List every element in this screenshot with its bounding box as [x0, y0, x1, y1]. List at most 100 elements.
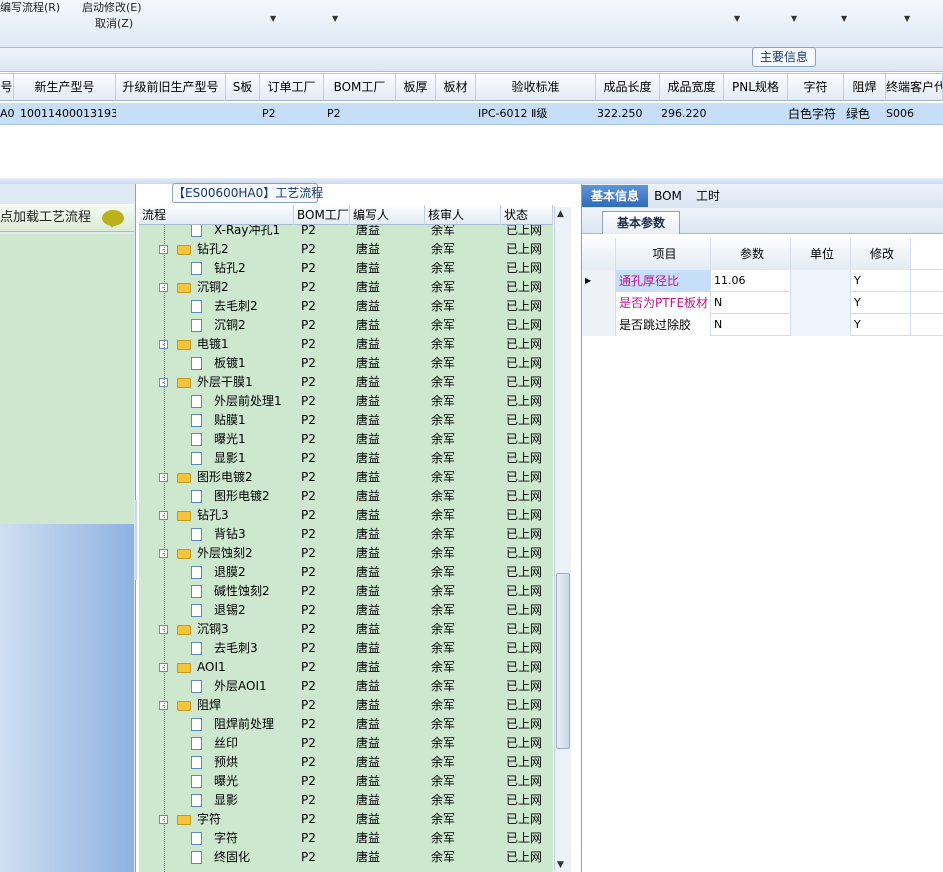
reviewer: 余军 [431, 375, 456, 389]
tree-row[interactable]: 丝印 P2 唐益 余军 已上网 [139, 734, 553, 753]
tree-row[interactable]: 去毛刺2 P2 唐益 余军 已上网 [139, 297, 553, 316]
param-unit[interactable] [791, 270, 851, 292]
column-header[interactable]: S板 [226, 74, 260, 101]
param-row[interactable]: ▶ 通孔厚径比 11.06 Y [582, 270, 943, 292]
tree-row[interactable]: 曝光 P2 唐益 余军 已上网 [139, 772, 553, 791]
tree-row[interactable]: 显影 P2 唐益 余军 已上网 [139, 791, 553, 810]
reviewer: 余军 [431, 413, 456, 427]
param-row[interactable]: 是否为PTFE板材 N Y [582, 292, 943, 314]
tree-row[interactable]: 碱性蚀刻2 P2 唐益 余军 已上网 [139, 582, 553, 601]
column-header[interactable]: 验收标准 [476, 74, 596, 101]
chat-bubble-icon[interactable] [102, 210, 124, 228]
column-header[interactable]: PNL规格 [724, 74, 788, 101]
table-row[interactable]: A0 10011400013193 P2 P2 IPC-6012 Ⅱ级 322.… [0, 103, 943, 125]
tree-row[interactable]: 终固化 P2 唐益 余军 已上网 [139, 848, 553, 867]
tree-row[interactable]: - 字符 P2 唐益 余军 已上网 [139, 810, 553, 829]
tree-row[interactable]: - 图形电镀2 P2 唐益 余军 已上网 [139, 468, 553, 487]
tree-row[interactable]: - 外层蚀刻2 P2 唐益 余军 已上网 [139, 544, 553, 563]
cell: 白色字符 [788, 107, 837, 121]
column-item[interactable]: 项目 [616, 238, 711, 270]
tree-row[interactable]: - 外层干膜1 P2 唐益 余军 已上网 [139, 373, 553, 392]
dropdown-arrow-icon[interactable]: ▼ [791, 14, 797, 23]
column-header[interactable]: 订单工厂 [260, 74, 324, 101]
tree-row[interactable]: - 钻孔3 P2 唐益 余军 已上网 [139, 506, 553, 525]
column-bom[interactable]: BOM工厂 [294, 205, 350, 225]
tree-row[interactable]: 预烘 P2 唐益 余军 已上网 [139, 753, 553, 772]
column-header[interactable]: 升级前旧生产型号 [116, 74, 226, 101]
column-unit[interactable]: 单位 [791, 238, 851, 270]
tree-row[interactable]: 钻孔2 P2 唐益 余军 已上网 [139, 259, 553, 278]
tree-row[interactable]: 外层前处理1 P2 唐益 余军 已上网 [139, 392, 553, 411]
tree-scrollbar[interactable]: ▲ ▼ [554, 207, 571, 872]
param-value[interactable]: N [711, 314, 791, 336]
column-header[interactable]: BOM工厂 [324, 74, 396, 101]
tree-row[interactable]: 曝光1 P2 唐益 余军 已上网 [139, 430, 553, 449]
column-header[interactable]: 新生产型号 [14, 74, 116, 101]
param-value[interactable]: N [711, 292, 791, 314]
document-icon [191, 392, 202, 411]
param-modify[interactable]: Y [851, 314, 911, 336]
menu-cancel[interactable]: 取消(Z) [95, 15, 133, 31]
status: 已上网 [506, 565, 543, 579]
param-modify[interactable]: Y [851, 292, 911, 314]
tree-row[interactable]: 图形电镀2 P2 唐益 余军 已上网 [139, 487, 553, 506]
cell: 绿色 [846, 107, 871, 121]
param-value[interactable]: 11.06 [711, 270, 791, 292]
param-unit[interactable] [791, 314, 851, 336]
tree-row[interactable]: - 沉铜3 P2 唐益 余军 已上网 [139, 620, 553, 639]
scrollbar-thumb[interactable] [556, 573, 570, 749]
tree-row[interactable]: - 电镀1 P2 唐益 余军 已上网 [139, 335, 553, 354]
column-param[interactable]: 参数 [711, 238, 791, 270]
tree-row[interactable]: 去毛刺3 P2 唐益 余军 已上网 [139, 639, 553, 658]
tab-basic-params[interactable]: 基本参数 [602, 211, 680, 234]
menu-write-flow[interactable]: 编写流程(R) [0, 0, 60, 15]
tree-row[interactable]: 退锡2 P2 唐益 余军 已上网 [139, 601, 553, 620]
dropdown-arrow-icon[interactable]: ▼ [332, 14, 338, 23]
tree-row[interactable]: - 阻焊 P2 唐益 余军 已上网 [139, 696, 553, 715]
column-writer[interactable]: 编写人 [350, 205, 425, 225]
tree-row[interactable]: 外层AOI1 P2 唐益 余军 已上网 [139, 677, 553, 696]
tree-row[interactable]: - AOI1 P2 唐益 余军 已上网 [139, 658, 553, 677]
scroll-up-icon[interactable]: ▲ [557, 209, 564, 219]
column-reviewer[interactable]: 核审人 [425, 205, 501, 225]
column-header[interactable]: 号 [0, 74, 14, 101]
param-modify[interactable]: Y [851, 270, 911, 292]
column-header[interactable]: 阻焊 [844, 74, 886, 101]
column-status[interactable]: 状态 [501, 205, 553, 225]
document-icon [191, 411, 202, 430]
param-unit[interactable] [791, 292, 851, 314]
column-header[interactable]: 板材 [436, 74, 476, 101]
tree-row[interactable]: 字符 P2 唐益 余军 已上网 [139, 829, 553, 848]
tab-work-hours[interactable]: 工时 [690, 185, 726, 207]
tree-row[interactable]: 显影1 P2 唐益 余军 已上网 [139, 449, 553, 468]
step-name: 显影1 [214, 451, 246, 465]
tree-row[interactable]: 阻焊前处理 P2 唐益 余军 已上网 [139, 715, 553, 734]
tab-bom[interactable]: BOM [652, 185, 684, 207]
tree-row[interactable]: 退膜2 P2 唐益 余军 已上网 [139, 563, 553, 582]
scroll-down-icon[interactable]: ▼ [557, 860, 564, 870]
tree-row[interactable]: 贴膜1 P2 唐益 余军 已上网 [139, 411, 553, 430]
menu-start-modify[interactable]: 启动修改(E) [82, 0, 142, 15]
tree-row[interactable]: 背钻3 P2 唐益 余军 已上网 [139, 525, 553, 544]
tree-row[interactable]: - 沉铜2 P2 唐益 余军 已上网 [139, 278, 553, 297]
tab-basic-info[interactable]: 基本信息 [582, 185, 648, 207]
column-header[interactable]: 字符 [788, 74, 844, 101]
column-flow[interactable]: 流程 [139, 205, 294, 225]
column-header[interactable]: 成品长度 [596, 74, 660, 101]
status: 已上网 [506, 755, 543, 769]
tree-row[interactable]: X-Ray冲孔1 P2 唐益 余军 已上网 [139, 225, 553, 240]
dropdown-arrow-icon[interactable]: ▼ [904, 14, 910, 23]
dropdown-arrow-icon[interactable]: ▼ [734, 14, 740, 23]
column-modify[interactable]: 修改 [851, 238, 911, 270]
dropdown-arrow-icon[interactable]: ▼ [270, 14, 276, 23]
writer: 唐益 [356, 793, 381, 807]
column-header[interactable]: 终端客户代 [886, 74, 943, 101]
tree-row[interactable]: 板镀1 P2 唐益 余军 已上网 [139, 354, 553, 373]
param-row[interactable]: 是否跳过除胶 N Y [582, 314, 943, 336]
tree-row[interactable]: 沉铜2 P2 唐益 余军 已上网 [139, 316, 553, 335]
tree-row[interactable]: - 钻孔2 P2 唐益 余军 已上网 [139, 240, 553, 259]
column-header[interactable]: 板厚 [396, 74, 436, 101]
dropdown-arrow-icon[interactable]: ▼ [841, 14, 847, 23]
load-flow-caption[interactable]: 点加载工艺流程 [0, 204, 134, 232]
column-header[interactable]: 成品宽度 [660, 74, 724, 101]
